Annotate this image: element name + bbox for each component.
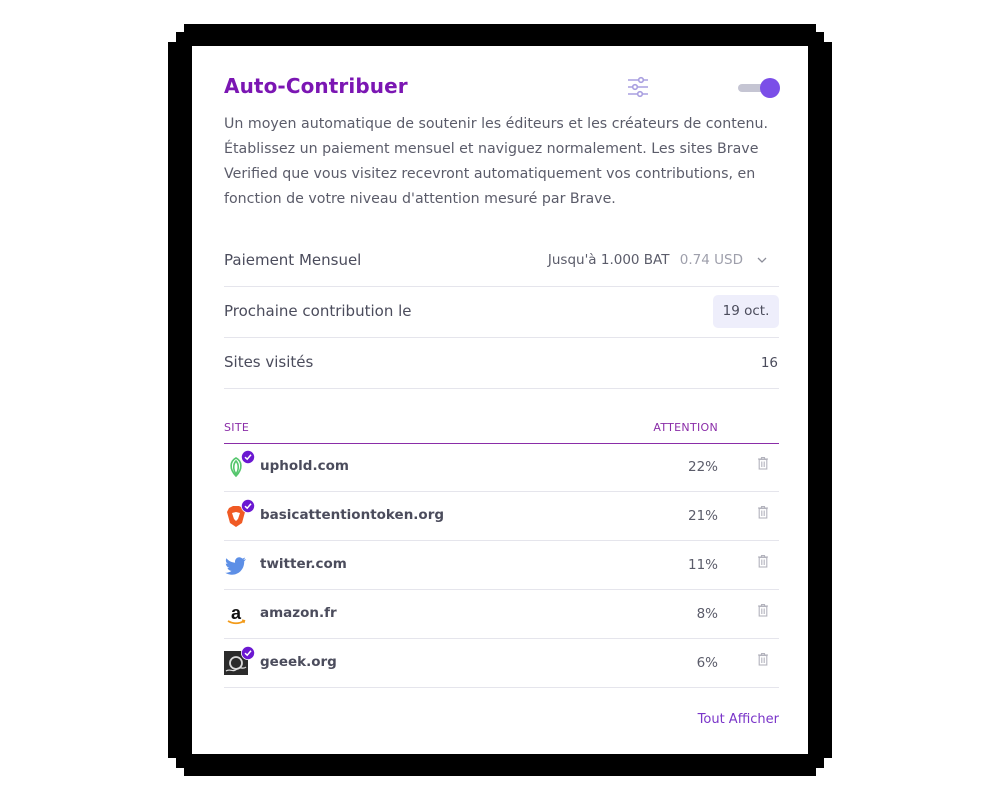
show-all-link[interactable]: Tout Afficher: [698, 712, 779, 727]
site-attention: 22%: [687, 459, 718, 475]
verified-check-icon: [241, 646, 255, 660]
monthly-payment-row: Paiement Mensuel Jusqu'à 1.000 BAT 0.74 …: [224, 236, 779, 287]
table-row: uphold.com 22%: [224, 443, 779, 492]
sites-visited-count: 16: [760, 355, 778, 371]
monthly-bat: 1.000 BAT: [600, 252, 670, 268]
table-row: geeek.org 6%: [224, 639, 779, 688]
site-name[interactable]: geeek.org: [260, 654, 337, 670]
verified-check-icon: [241, 450, 255, 464]
verified-check-icon: [241, 499, 255, 513]
trash-icon[interactable]: [757, 505, 769, 519]
monthly-payment-value[interactable]: Jusqu'à 1.000 BAT 0.74 USD: [548, 252, 743, 268]
sliders-icon[interactable]: [626, 76, 650, 98]
table-row: basicattentiontoken.org 21%: [224, 492, 779, 541]
sites-visited-label: Sites visités: [224, 353, 314, 371]
chevron-down-icon[interactable]: [757, 255, 767, 265]
monthly-prefix: Jusqu'à: [547, 252, 597, 268]
trash-icon[interactable]: [757, 603, 769, 617]
site-attention: 11%: [687, 557, 718, 573]
next-contribution-row: Prochaine contribution le 19 oct.: [224, 287, 779, 338]
auto-contribute-panel: Auto-Contribuer Un moyen automatique de …: [192, 46, 808, 754]
site-name[interactable]: basicattentiontoken.org: [260, 507, 444, 523]
site-name[interactable]: uphold.com: [260, 458, 349, 474]
column-header-site: SITE: [224, 421, 250, 434]
column-header-attention: ATTENTION: [653, 421, 718, 434]
trash-icon[interactable]: [757, 554, 769, 568]
auto-contribute-toggle[interactable]: [738, 78, 780, 98]
toggle-knob: [760, 78, 780, 98]
sites-table-header: SITE ATTENTION: [224, 419, 779, 444]
amazon-icon: a: [227, 603, 246, 625]
table-row: twitter.com 11%: [224, 541, 779, 590]
sites-visited-row: Sites visités 16: [224, 338, 779, 389]
site-name[interactable]: twitter.com: [260, 556, 347, 572]
panel-title: Auto-Contribuer: [224, 74, 408, 98]
panel-description: Un moyen automatique de soutenir les édi…: [224, 116, 768, 207]
site-name[interactable]: amazon.fr: [260, 605, 337, 621]
trash-icon[interactable]: [757, 456, 769, 470]
trash-icon[interactable]: [757, 652, 769, 666]
monthly-payment-label: Paiement Mensuel: [224, 251, 362, 269]
site-attention: 21%: [687, 508, 718, 524]
next-contribution-label: Prochaine contribution le: [224, 302, 412, 320]
next-contribution-date[interactable]: 19 oct.: [713, 295, 779, 328]
monthly-usd: 0.74 USD: [679, 252, 743, 268]
twitter-bird-icon: [225, 557, 246, 575]
svg-text:a: a: [231, 603, 242, 623]
site-attention: 6%: [696, 655, 718, 671]
table-row: a amazon.fr 8%: [224, 590, 779, 639]
site-attention: 8%: [696, 606, 718, 622]
